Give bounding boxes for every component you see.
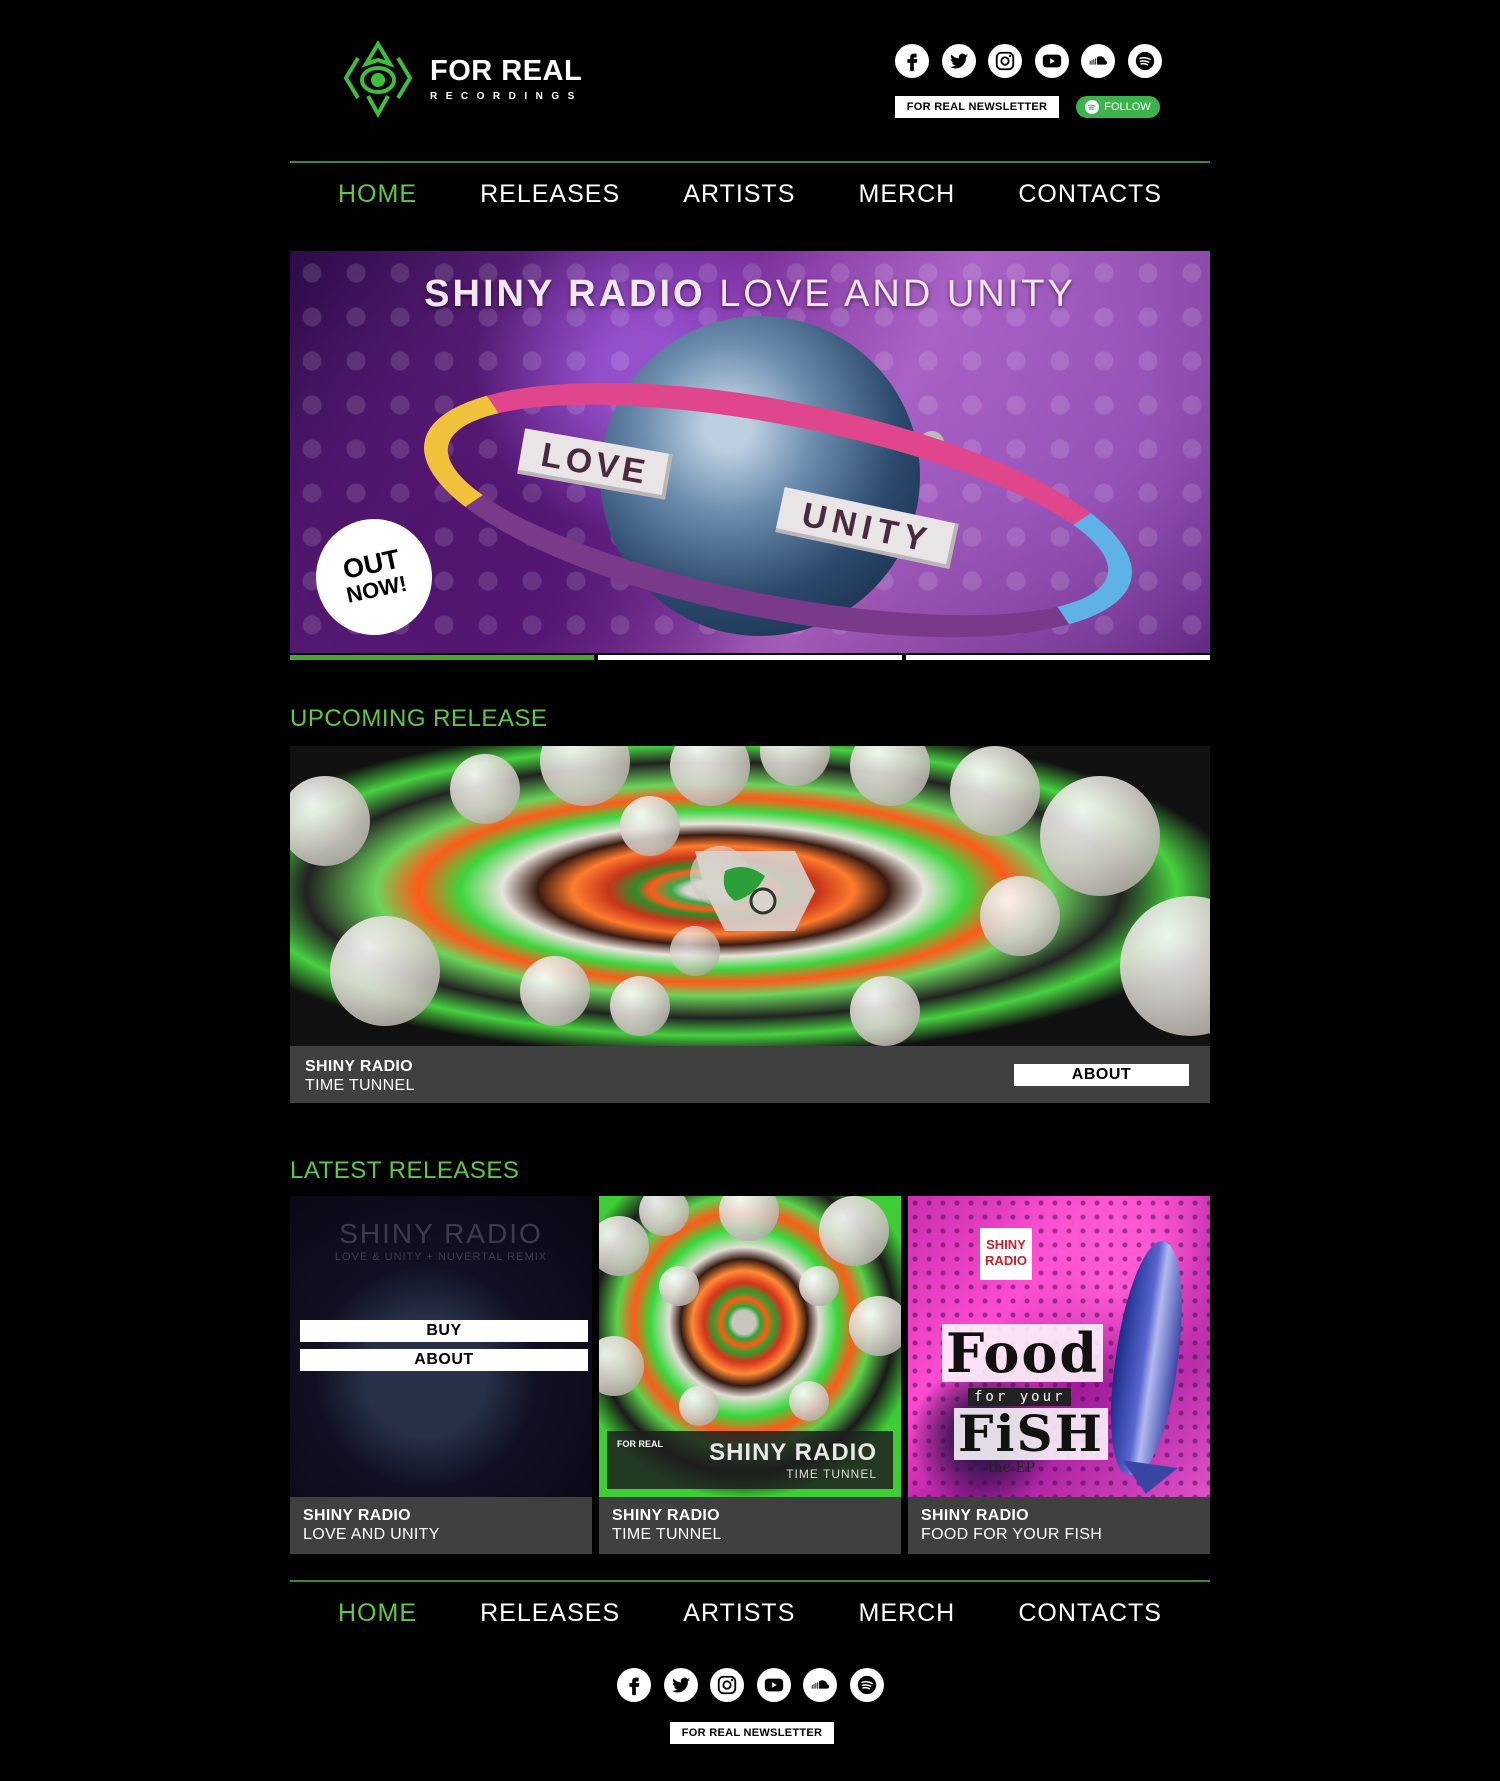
hero-release: LOVE AND UNITY <box>719 273 1076 315</box>
footer-social-links <box>617 1668 884 1702</box>
buy-button[interactable]: BUY <box>300 1320 588 1342</box>
nav-home[interactable]: HOME <box>338 180 417 209</box>
bubble <box>819 1196 889 1266</box>
youtube-icon[interactable] <box>1034 44 1069 78</box>
footer-nav-home[interactable]: HOME <box>338 1599 417 1628</box>
upcoming-caption: SHINY RADIO TIME TUNNEL ABOUT <box>290 1046 1210 1103</box>
release-cover[interactable]: SHINY RADIO LOVE & UNITY + NUVERTAL REMI… <box>290 1196 592 1497</box>
release-title: TIME TUNNEL <box>612 1526 722 1543</box>
cover-word-ep: the EP <box>988 1460 1036 1476</box>
upcoming-cover[interactable] <box>290 746 1210 1046</box>
release-artist: SHINY RADIO <box>303 1507 411 1524</box>
bubble <box>789 1381 829 1421</box>
upcoming-about-button[interactable]: ABOUT <box>1014 1064 1189 1086</box>
spotify-icon <box>1085 100 1100 114</box>
bubble <box>659 1266 699 1306</box>
header-social-links <box>895 44 1162 78</box>
spotify-icon[interactable] <box>1127 44 1162 78</box>
release-title: FOOD FOR YOUR FISH <box>921 1526 1103 1543</box>
release-card-time-tunnel[interactable]: FOR REAL SHINY RADIO TIME TUNNEL SHINY R… <box>599 1196 901 1554</box>
cover-word-fish: FiSH <box>954 1408 1108 1460</box>
bubble <box>330 916 440 1026</box>
release-artist: SHINY RADIO <box>921 1507 1029 1524</box>
cover-label-logo: FOR REAL <box>617 1439 663 1449</box>
hero-slide[interactable]: SHINY RADIO LOVE AND UNITY LOVE UNITY OU… <box>290 251 1210 653</box>
bubble <box>610 976 670 1036</box>
youtube-icon[interactable] <box>756 1668 791 1702</box>
upcoming-artist: SHINY RADIO <box>305 1058 413 1075</box>
newsletter-button[interactable]: FOR REAL NEWSLETTER <box>895 96 1059 118</box>
cover-word-food: Food <box>942 1324 1104 1382</box>
footer-divider <box>290 1580 1210 1582</box>
bubble <box>599 1336 644 1396</box>
soundcloud-icon[interactable] <box>803 1668 837 1702</box>
bubble <box>719 1196 779 1241</box>
spotify-icon[interactable] <box>849 1668 884 1702</box>
facebook-icon[interactable] <box>895 44 929 78</box>
cover-artist: SHINY RADIO <box>709 1439 877 1466</box>
release-artist: SHINY RADIO <box>612 1507 720 1524</box>
main-nav: HOME RELEASES ARTISTS MERCH CONTACTS <box>290 180 1210 209</box>
slider-dot-3[interactable] <box>906 655 1210 660</box>
bubble <box>620 796 680 856</box>
instagram-icon[interactable] <box>988 44 1022 78</box>
release-caption: SHINY RADIO LOVE AND UNITY <box>290 1497 592 1554</box>
release-caption: SHINY RADIO TIME TUNNEL <box>599 1497 901 1554</box>
release-cover[interactable]: FOR REAL SHINY RADIO TIME TUNNEL <box>599 1196 901 1497</box>
facebook-icon[interactable] <box>617 1668 651 1702</box>
hero-artist: SHINY RADIO <box>424 273 706 315</box>
bubble <box>1040 776 1160 896</box>
bubble <box>520 956 590 1026</box>
slider-dot-2[interactable] <box>598 655 902 660</box>
header-divider <box>290 161 1210 163</box>
hero-title: SHINY RADIO LOVE AND UNITY <box>290 273 1210 316</box>
bubble <box>980 876 1060 956</box>
brand-subtitle: RECORDINGS <box>430 90 583 102</box>
footer-nav-merch[interactable]: MERCH <box>859 1599 956 1628</box>
release-card-love-and-unity[interactable]: SHINY RADIO LOVE & UNITY + NUVERTAL REMI… <box>290 1196 592 1554</box>
bubble <box>849 1296 901 1356</box>
brand-title: FOR REAL <box>430 54 583 87</box>
footer-nav-releases[interactable]: RELEASES <box>480 1599 620 1628</box>
bubble <box>639 1196 689 1236</box>
bubble <box>450 754 520 824</box>
hover-overlay <box>290 1196 592 1497</box>
cover-title: TIME TUNNEL <box>786 1467 877 1481</box>
bubble <box>679 1386 719 1426</box>
bubble <box>950 746 1040 836</box>
about-button[interactable]: ABOUT <box>300 1349 588 1371</box>
shiny-radio-logo-icon <box>695 851 815 931</box>
footer-nav: HOME RELEASES ARTISTS MERCH CONTACTS <box>290 1599 1210 1628</box>
bubble <box>799 1266 839 1306</box>
upcoming-title: TIME TUNNEL <box>305 1077 415 1094</box>
brand-logo[interactable]: FOR REAL RECORDINGS <box>338 38 583 118</box>
release-cover[interactable]: SHINY RADIO Food for your FiSH the EP <box>908 1196 1210 1497</box>
latest-heading: LATEST RELEASES <box>290 1157 520 1184</box>
release-card-food-for-your-fish[interactable]: SHINY RADIO Food for your FiSH the EP SH… <box>908 1196 1210 1554</box>
nav-releases[interactable]: RELEASES <box>480 180 620 209</box>
soundcloud-icon[interactable] <box>1081 44 1115 78</box>
brand-mark-icon <box>343 40 413 118</box>
twitter-icon[interactable] <box>663 1668 698 1702</box>
footer-newsletter-button[interactable]: FOR REAL NEWSLETTER <box>670 1722 834 1744</box>
footer-nav-contacts[interactable]: CONTACTS <box>1018 1599 1162 1628</box>
slider-indicators <box>290 655 1210 660</box>
nav-merch[interactable]: MERCH <box>859 180 956 209</box>
twitter-icon[interactable] <box>941 44 976 78</box>
slider-dot-1[interactable] <box>290 655 594 660</box>
release-title: LOVE AND UNITY <box>303 1526 440 1543</box>
nav-contacts[interactable]: CONTACTS <box>1018 180 1162 209</box>
cover-title-band: FOR REAL SHINY RADIO TIME TUNNEL <box>607 1431 893 1489</box>
follow-label: FOLLOW <box>1104 101 1151 113</box>
upcoming-heading: UPCOMING RELEASE <box>290 705 548 732</box>
instagram-icon[interactable] <box>710 1668 744 1702</box>
spotify-follow-button[interactable]: FOLLOW <box>1076 96 1160 118</box>
cover-badge: SHINY RADIO <box>980 1228 1032 1280</box>
bubble <box>599 1216 649 1276</box>
release-caption: SHINY RADIO FOOD FOR YOUR FISH <box>908 1497 1210 1554</box>
footer-nav-artists[interactable]: ARTISTS <box>683 1599 795 1628</box>
bubble <box>850 976 920 1046</box>
nav-artists[interactable]: ARTISTS <box>683 180 795 209</box>
